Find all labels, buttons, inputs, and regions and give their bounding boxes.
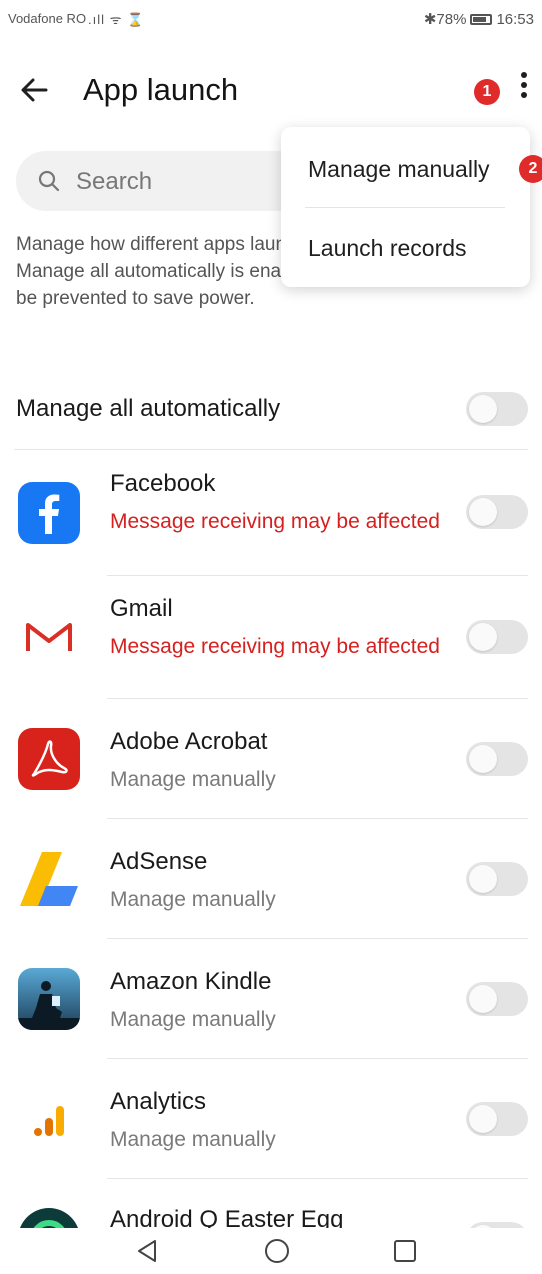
step-badge-2: 2: [519, 155, 542, 183]
app-row-amazon-kindle[interactable]: Amazon Kindle Manage manually: [0, 952, 542, 1058]
divider: [107, 938, 528, 939]
app-toggle-adobe-acrobat[interactable]: [466, 742, 528, 776]
back-arrow-icon[interactable]: [16, 71, 54, 109]
app-status: Manage manually: [110, 888, 276, 911]
more-options-icon[interactable]: [512, 68, 536, 108]
analytics-icon: [18, 1088, 80, 1150]
search-field[interactable]: Search: [16, 151, 316, 211]
app-name: Facebook: [110, 470, 216, 497]
signal-wifi-icons: .ıll ᯤ ⌛: [88, 12, 145, 27]
app-status: Message receiving may be affected: [110, 510, 440, 533]
divider: [107, 818, 528, 819]
kindle-icon: [18, 968, 80, 1030]
gmail-icon: [18, 607, 80, 669]
app-status: Manage manually: [110, 1008, 276, 1031]
nav-recents-icon[interactable]: [390, 1236, 420, 1266]
menu-item-manage-manually[interactable]: Manage manually: [308, 156, 490, 183]
facebook-icon: [18, 482, 80, 544]
nav-home-icon[interactable]: [262, 1236, 292, 1266]
system-nav-bar: [0, 1228, 542, 1274]
divider: [107, 1178, 528, 1179]
overflow-menu: Manage manually Launch records: [281, 127, 530, 287]
menu-divider: [305, 207, 505, 208]
app-toggle-adsense[interactable]: [466, 862, 528, 896]
divider: [107, 698, 528, 699]
app-row-facebook[interactable]: Facebook Message receiving may be affect…: [0, 465, 542, 575]
app-status: Message receiving may be affected: [110, 635, 440, 658]
carrier-name: Vodafone RO: [8, 11, 87, 26]
status-bar: Vodafone RO .ıll ᯤ ⌛ ✱78% 16:53: [0, 0, 542, 40]
status-right: ✱78% 16:53: [423, 10, 534, 29]
manage-all-row[interactable]: Manage all automatically: [16, 390, 528, 448]
app-row-analytics[interactable]: Analytics Manage manually: [0, 1072, 542, 1178]
adobe-acrobat-icon: [18, 728, 80, 790]
divider: [107, 1058, 528, 1059]
manage-all-toggle[interactable]: [466, 392, 528, 426]
adsense-icon: [18, 848, 80, 910]
app-status: Manage manually: [110, 768, 276, 791]
app-bar: App launch: [0, 55, 542, 125]
app-name: AdSense: [110, 848, 208, 875]
app-row-adobe-acrobat[interactable]: Adobe Acrobat Manage manually: [0, 712, 542, 818]
app-row-android-q[interactable]: Android Q Easter Egg: [0, 1192, 542, 1228]
menu-item-launch-records[interactable]: Launch records: [308, 235, 467, 262]
app-toggle-gmail[interactable]: [466, 620, 528, 654]
nav-back-icon[interactable]: [133, 1236, 163, 1266]
app-row-adsense[interactable]: AdSense Manage manually: [0, 832, 542, 938]
page-title: App launch: [83, 72, 239, 107]
app-name: Amazon Kindle: [110, 968, 272, 995]
app-name: Analytics: [110, 1088, 207, 1115]
battery-icon: [470, 13, 493, 25]
app-toggle-facebook[interactable]: [466, 495, 528, 529]
divider: [14, 449, 528, 450]
app-name: Adobe Acrobat: [110, 728, 268, 755]
divider: [107, 575, 528, 576]
battery-percent: ✱78%: [423, 11, 467, 28]
search-icon: [38, 170, 60, 192]
clock: 16:53: [496, 10, 534, 28]
manage-all-label: Manage all automatically: [16, 395, 281, 422]
app-name: Android Q Easter Egg: [110, 1206, 344, 1228]
step-badge-1: 1: [474, 79, 500, 105]
search-placeholder: Search: [76, 168, 153, 195]
android-q-icon: [18, 1208, 80, 1228]
app-row-gmail[interactable]: Gmail Message receiving may be affected: [0, 590, 542, 700]
app-name: Gmail: [110, 595, 173, 622]
app-toggle-analytics[interactable]: [466, 1102, 528, 1136]
app-status: Manage manually: [110, 1128, 276, 1151]
app-toggle-amazon-kindle[interactable]: [466, 982, 528, 1016]
